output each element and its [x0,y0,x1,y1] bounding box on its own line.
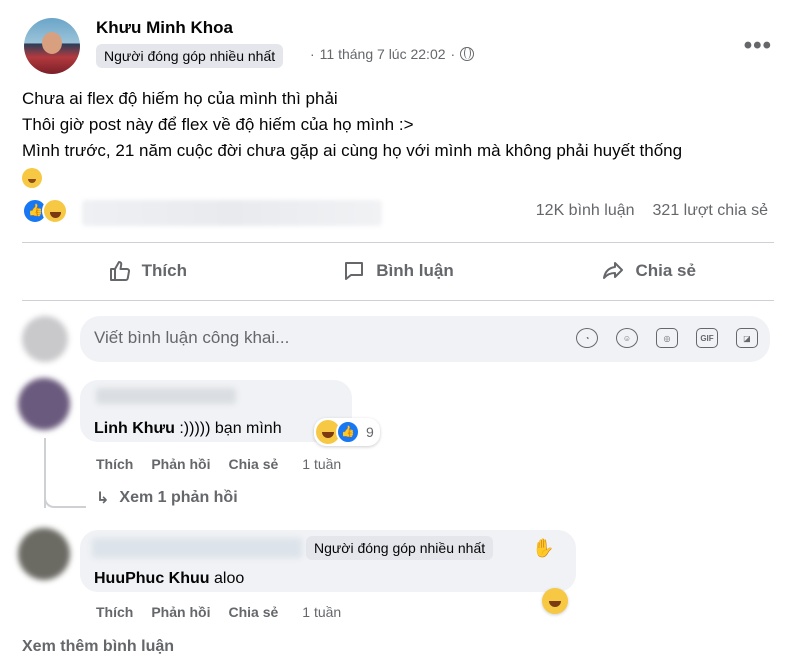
share-button[interactable]: Chia sẻ [523,246,774,296]
commenter-avatar[interactable] [18,378,70,430]
comment-body: aloo [214,570,245,587]
like-reaction-icon [336,420,360,444]
top-contributor-badge[interactable]: Người đóng góp nhiều nhất [306,536,494,560]
view-replies-label: Xem 1 phản hồi [119,489,238,506]
comment-text: Linh Khưu :))))) bạn mình [94,420,282,438]
comment-bubble: Người đóng góp nhiều nhất ✋ HuuPhuc Khuu… [80,530,576,592]
reply-arrow-icon: ↳ [96,490,110,507]
comment-share-button[interactable]: Chia sẻ [228,604,278,620]
comment-placeholder: Viết bình luận công khai... [94,328,290,347]
commenter-name[interactable]: HuuPhuc Khuu [94,570,210,587]
comment-body: :))))) bạn mình [179,420,282,437]
like-button[interactable]: Thích [22,246,273,296]
viewer-avatar[interactable] [22,316,68,362]
comment-reply-button[interactable]: Phản hồi [151,456,210,472]
comment-like-button[interactable]: Thích [96,456,133,472]
sticker-avatar-icon[interactable]: ◔ [576,328,598,348]
post-text: Chưa ai flex độ hiếm họ của mình thì phả… [22,86,782,190]
post-meta: · 11 tháng 7 lúc 22:02 · [310,46,475,62]
reply-thread-hook [44,494,86,508]
comment-text: HuuPhuc Khuu aloo [94,570,244,588]
haha-reaction-icon[interactable] [42,198,68,224]
share-arrow-icon [603,262,624,279]
sticker-icon[interactable]: ◪ [736,328,758,348]
comment-share-button[interactable]: Chia sẻ [228,456,278,472]
comment-label: Bình luận [376,261,454,280]
post-text-line: Mình trước, 21 năm cuộc đời chưa gặp ai … [22,141,683,160]
share-count[interactable]: 321 lượt chia sẻ [653,202,768,220]
post-stats: 12K bình luận 321 lượt chia sẻ [22,196,774,230]
post-actions: Thích Bình luận Chia sẻ [22,246,774,296]
reaction-count: 9 [366,424,374,440]
comment-count[interactable]: 12K bình luận [536,202,635,220]
comment-bubble: Linh Khưu :))))) bạn mình [80,380,352,442]
wave-hand-icon: ✋ [532,538,555,558]
comment-time[interactable]: 1 tuần [302,456,341,472]
speech-bubble-icon [345,262,364,280]
comment-reactions[interactable]: 9 [314,418,380,446]
comment-like-button[interactable]: Thích [96,604,133,620]
reaction-names-blurred [82,200,382,226]
divider [22,242,774,243]
comment-time[interactable]: 1 tuần [302,604,341,620]
post-timestamp[interactable]: 11 tháng 7 lúc 22:02 [320,46,446,62]
post-header: Khưu Minh Khoa Người đóng góp nhiều nhất… [20,14,780,78]
comment-composer: Viết bình luận công khai... ◔ ☺ ◎ GIF ◪ [20,314,780,366]
author-avatar[interactable] [24,18,80,74]
view-replies-link[interactable]: ↳ Xem 1 phản hồi [96,488,238,508]
share-label: Chia sẻ [635,261,696,280]
view-more-comments-link[interactable]: Xem thêm bình luận [22,638,174,656]
post-text-line: Thôi giờ post này để flex về độ hiếm của… [22,115,414,134]
thumbs-up-icon [109,261,130,282]
comment-actions: Thích Phản hồi Chia sẻ 1 tuần [96,604,341,620]
haha-reaction-icon[interactable] [542,588,568,614]
emoji-icon[interactable]: ☺ [616,328,638,348]
author-name[interactable]: Khưu Minh Khoa [96,18,233,38]
top-contributor-badge[interactable]: Người đóng góp nhiều nhất [96,44,284,68]
commenter-avatar[interactable] [18,528,70,580]
blurred-name [96,388,236,404]
ellipsis-icon[interactable]: ••• [744,32,772,60]
post-text-line: Chưa ai flex độ hiếm họ của mình thì phả… [22,89,338,108]
like-label: Thích [141,261,187,280]
divider [22,300,774,301]
camera-icon[interactable]: ◎ [656,328,678,348]
comment-reply-button[interactable]: Phản hồi [151,604,210,620]
blurred-name [92,538,302,558]
globe-icon [460,47,475,61]
comment-button[interactable]: Bình luận [273,246,524,296]
comment-actions: Thích Phản hồi Chia sẻ 1 tuần [96,456,341,472]
grinning-face-emoji [22,167,42,188]
commenter-name[interactable]: Linh Khưu [94,420,175,437]
gif-icon[interactable]: GIF [696,328,718,348]
